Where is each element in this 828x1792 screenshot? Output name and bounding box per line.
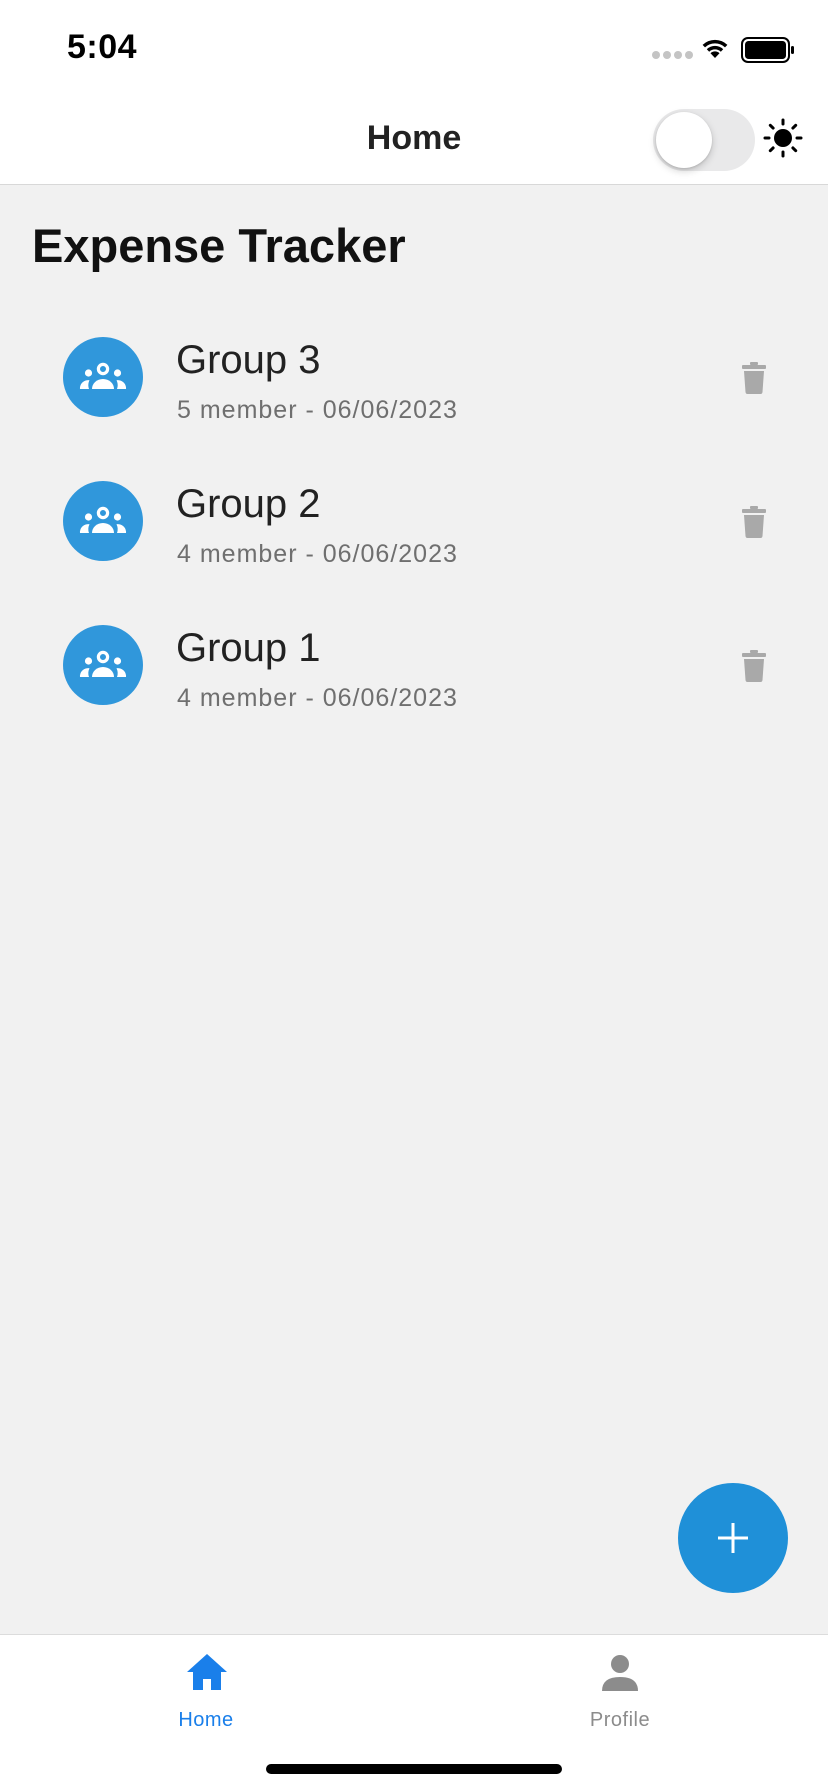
group-list-item[interactable]: Group 1 4 member - 06/06/2023 bbox=[0, 600, 828, 744]
cellular-signal-icon bbox=[652, 51, 693, 59]
trash-icon bbox=[742, 362, 766, 394]
group-avatar bbox=[63, 625, 143, 705]
home-indicator bbox=[266, 1764, 562, 1774]
sun-icon bbox=[763, 118, 803, 158]
group-name: Group 3 bbox=[176, 338, 321, 382]
group-name: Group 2 bbox=[176, 482, 321, 526]
plus-icon bbox=[718, 1523, 748, 1553]
group-avatar bbox=[63, 337, 143, 417]
group-meta: 4 member - 06/06/2023 bbox=[177, 684, 458, 712]
group-name: Group 1 bbox=[176, 626, 321, 670]
tab-home-label: Home bbox=[178, 1709, 234, 1731]
group-icon bbox=[79, 506, 127, 533]
delete-group-button[interactable] bbox=[738, 359, 770, 397]
group-list-item[interactable]: Group 2 4 member - 06/06/2023 bbox=[0, 456, 828, 600]
app-title: Expense Tracker bbox=[32, 219, 406, 272]
theme-toggle[interactable] bbox=[653, 109, 755, 171]
status-time: 5:04 bbox=[67, 28, 138, 66]
group-icon bbox=[79, 362, 127, 389]
group-avatar bbox=[63, 481, 143, 561]
toggle-knob bbox=[656, 112, 712, 168]
delete-group-button[interactable] bbox=[738, 647, 770, 685]
add-group-button[interactable] bbox=[678, 1483, 788, 1593]
delete-group-button[interactable] bbox=[738, 503, 770, 541]
trash-icon bbox=[742, 506, 766, 538]
header: Home bbox=[0, 92, 828, 185]
trash-icon bbox=[742, 650, 766, 682]
status-bar: 5:04 bbox=[0, 0, 828, 92]
group-meta: 4 member - 06/06/2023 bbox=[177, 540, 458, 568]
group-list-item[interactable]: Group 3 5 member - 06/06/2023 bbox=[0, 312, 828, 456]
tab-profile[interactable]: Profile bbox=[520, 1635, 720, 1745]
group-icon bbox=[79, 650, 127, 677]
home-icon bbox=[187, 1654, 227, 1690]
group-meta: 5 member - 06/06/2023 bbox=[177, 396, 458, 424]
person-icon bbox=[602, 1655, 638, 1691]
tab-home[interactable]: Home bbox=[106, 1635, 306, 1745]
tab-profile-label: Profile bbox=[589, 1709, 651, 1731]
battery-icon bbox=[741, 37, 794, 63]
group-list: Group 3 5 member - 06/06/2023 Group 2 4 … bbox=[0, 312, 828, 744]
wifi-icon bbox=[702, 39, 728, 58]
